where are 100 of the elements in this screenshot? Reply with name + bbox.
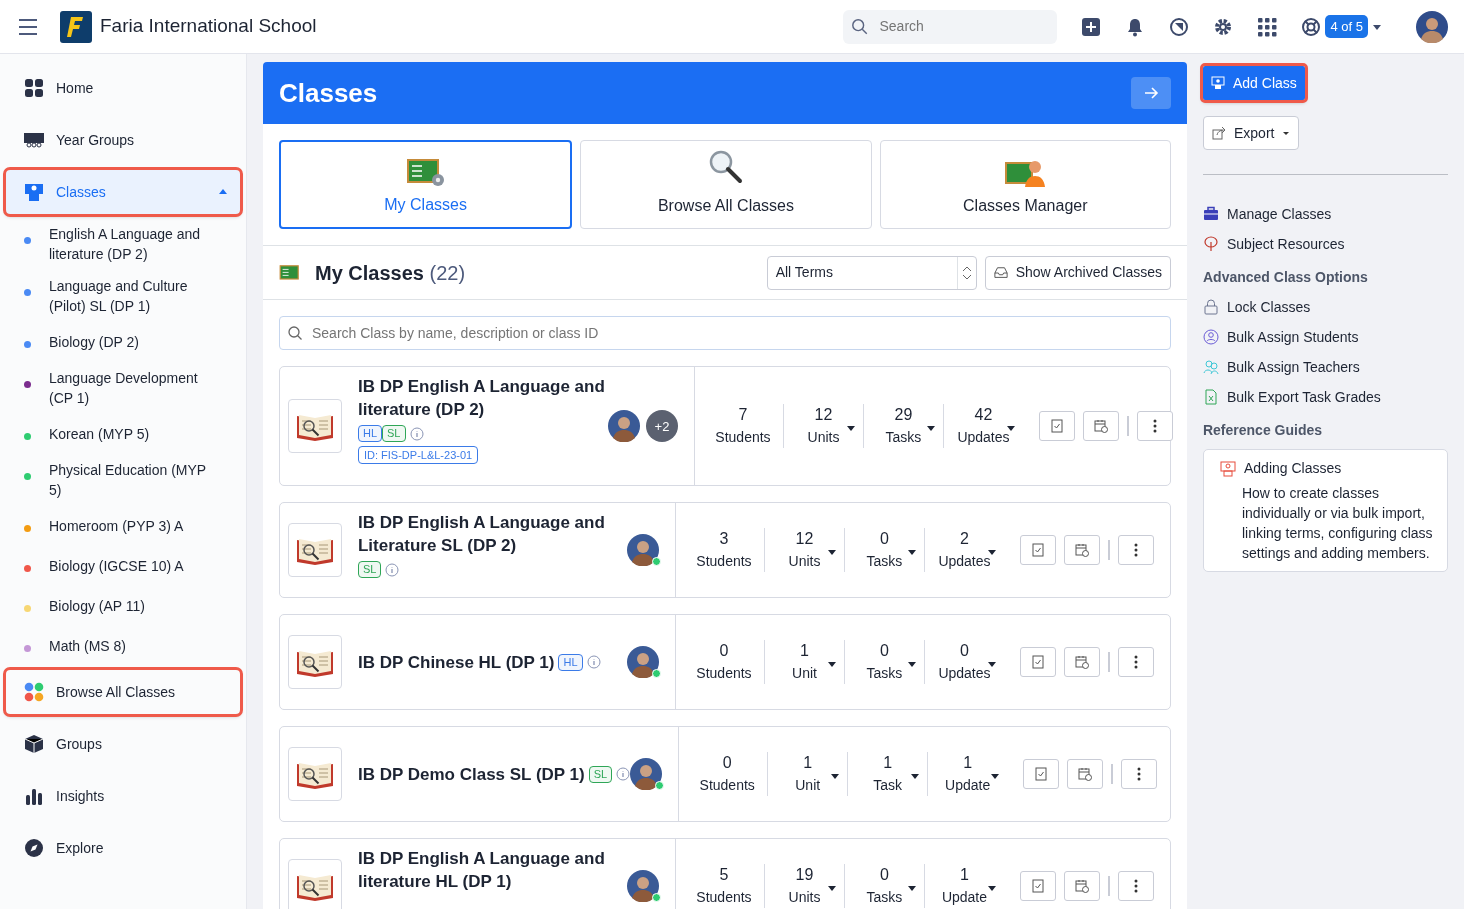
schedule-button[interactable] [1063,647,1100,678]
more-options-button[interactable] [1117,535,1154,566]
section-heading: Reference Guides [1202,421,1324,441]
stat-counter[interactable]: 1 Task [847,752,928,797]
gradebook-button[interactable] [1038,411,1075,442]
classroom-icon [24,130,44,151]
class-name[interactable]: IB DP Demo Class SL (DP 1) [357,762,585,786]
more-options-button[interactable] [1117,871,1154,902]
sidebar-item[interactable]: Home [6,62,240,115]
side-link[interactable]: Manage Classes [1202,199,1448,230]
sidebar-item[interactable]: Year Groups [6,114,240,167]
stat-counter[interactable]: 0 Tasks [843,528,924,573]
stat-counter[interactable]: 29 Tasks [862,404,943,449]
sidebar-subitem[interactable]: Language Development (CP 1) [0,362,246,415]
sidebar-subitem[interactable]: Korean (MYP 5) [0,414,246,455]
gradebook-button[interactable] [1019,647,1056,678]
bar-chart-icon [24,786,44,807]
stat-counter[interactable]: 1 Unit [763,640,844,685]
class-view-tab[interactable]: My Classes [278,140,573,230]
guide-title[interactable]: Adding Classes [1243,458,1342,480]
side-link[interactable]: Lock Classes [1202,292,1448,323]
sidebar-subitem[interactable]: Biology (AP 11) [0,586,246,627]
level-tag: SL [588,765,613,783]
search-input[interactable]: Search [877,15,1038,39]
class-view-tab[interactable]: Browse All Classes [580,140,872,230]
export-button[interactable]: Export [1202,116,1300,151]
stat-counter[interactable]: 1 Update [923,864,1004,909]
seats-badge[interactable]: 4 of 5 [1325,14,1368,39]
sidebar-item[interactable]: Groups [6,718,240,771]
teacher-board-icon [1219,460,1236,477]
brand-name: Faria International School [100,14,317,39]
info-icon [409,426,424,441]
add-class-button[interactable]: Add Class [1202,66,1305,101]
sidebar-subitem[interactable]: Language and Culture (Pilot) SL (DP 1) [0,270,246,323]
schedule-button[interactable] [1082,411,1119,442]
term-select[interactable]: All Terms [766,255,977,290]
add-icon [1081,16,1102,37]
stat-counter[interactable]: 12 Units [782,404,863,449]
compass-icon [24,838,44,859]
schedule-button[interactable] [1063,535,1100,566]
sidebar-item[interactable]: Insights [6,770,240,823]
sidebar-item[interactable]: Classes [6,170,240,215]
class-name[interactable]: IB DP English A Language and literature HL (DP 1) [357,847,608,894]
stat-counter[interactable]: 0 Tasks [843,864,924,909]
next-button[interactable] [1130,77,1171,110]
side-link[interactable]: Bulk Export Task Grades [1202,382,1448,413]
sidebar-item[interactable]: Browse All Classes [6,670,240,715]
side-link[interactable]: Bulk Assign Students [1202,322,1448,353]
teacher-avatar [630,758,663,791]
search-field[interactable]: Search [843,9,1058,44]
class-name[interactable]: IB DP Chinese HL (DP 1) [357,650,555,674]
class-id-badge: ID: FIS-DP-L&L-23-01 [357,446,479,465]
class-name[interactable]: IB DP English A Language and Literature SL (DP 2) [357,511,608,558]
caret-icon [1282,129,1291,138]
gradebook-button[interactable] [1019,871,1056,902]
stat-counter[interactable]: 2 Updates [923,528,1004,573]
info-icon [586,655,601,670]
class-name[interactable]: IB DP English A Language and literature (DP 2) [357,375,608,422]
class-search-field[interactable]: Search Class by name, description or class ID [278,316,1171,351]
gradebook-button[interactable] [1019,535,1056,566]
extra-teachers-badge[interactable]: +2 [645,410,678,443]
kebab-menu-icon [1133,543,1138,558]
stat-counter[interactable]: 0 Tasks [843,640,924,685]
stat-counter[interactable]: 1 Update [927,752,1008,797]
colored-dots-icon [24,682,44,703]
guide-description: How to create classes individually or via bulk import, linking terms, configuring class settings and adding members. [1240,484,1434,564]
calendar-clock-icon [1078,767,1093,782]
more-options-button[interactable] [1117,647,1154,678]
stat-counter[interactable]: 42 Updates [942,404,1023,449]
student-circle-icon [1202,329,1219,346]
sidebar-subitem[interactable]: Physical Education (MYP 5) [0,454,246,507]
schedule-button[interactable] [1063,871,1100,902]
stat-counter[interactable]: 0 Updates [923,640,1004,685]
stat-counter[interactable]: 12 Units [763,528,844,573]
stat-counter: 7 Students [714,405,772,448]
class-view-tab[interactable]: Classes Manager [879,140,1171,230]
schedule-button[interactable] [1067,759,1104,790]
sidebar-subitem[interactable]: Biology (DP 2) [0,322,246,363]
sidebar-subitem[interactable]: Biology (IGCSE 10) A [0,546,246,587]
side-link[interactable]: Bulk Assign Teachers [1202,352,1448,383]
updown-icon [961,265,972,280]
teacher-board-icon [24,182,44,203]
info-icon [616,767,631,782]
share-export-icon [1211,126,1226,141]
side-link[interactable]: Subject Resources [1202,229,1448,260]
sidebar-subitem[interactable]: English A Language and literature (DP 2) [0,218,246,271]
stat-counter[interactable]: 19 Units [763,864,844,909]
notebook-check-icon [1030,879,1045,894]
notebook-check-icon [1030,655,1045,670]
sidebar-subitem[interactable]: Math (MS 8) [0,626,246,667]
sidebar-subitem[interactable]: Homeroom (PYP 3) A [0,506,246,547]
gradebook-button[interactable] [1023,759,1060,790]
kebab-menu-icon [1133,655,1138,670]
sidebar-item[interactable]: Explore [6,822,240,875]
settings-icon [1213,16,1234,37]
more-options-button[interactable] [1136,411,1173,442]
stat-counter[interactable]: 1 Unit [767,752,848,797]
calendar-clock-icon [1074,655,1089,670]
archived-button[interactable]: Show Archived Classes [984,255,1171,290]
more-options-button[interactable] [1121,759,1158,790]
